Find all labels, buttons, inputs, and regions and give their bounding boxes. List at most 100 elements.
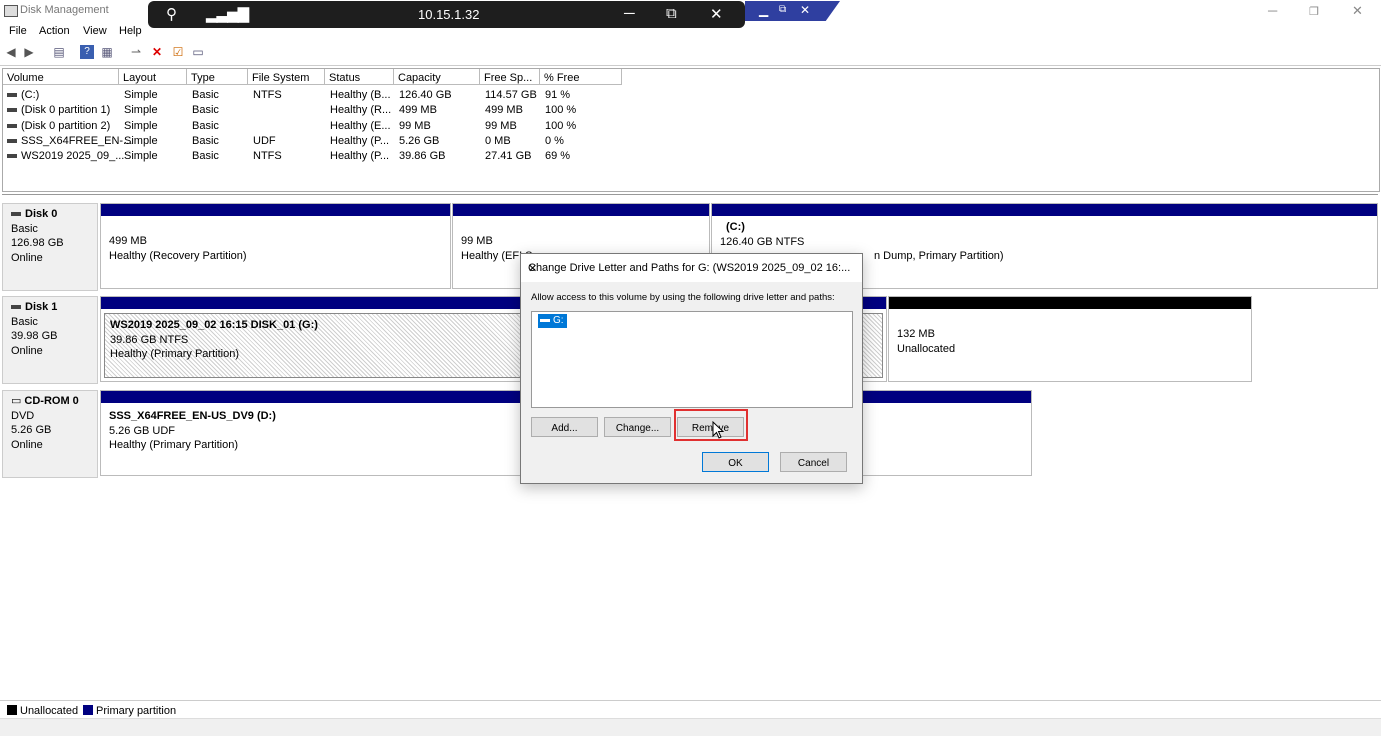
cell-fs: NTFS bbox=[253, 89, 282, 101]
cell-type: Basic bbox=[192, 89, 219, 101]
volume-row[interactable]: (Disk 0 partition 1) Simple Basic Healthy (… bbox=[3, 103, 623, 118]
volume-row[interactable]: (C:) Simple Basic NTFS Healthy (B... 126.40 G… bbox=[3, 88, 623, 103]
cell-free: 499 MB bbox=[485, 104, 523, 117]
inner-minimize-button[interactable]: ▁ bbox=[759, 3, 768, 17]
settings-icon[interactable]: ▭ bbox=[191, 45, 205, 59]
dialog-close-button[interactable]: ✕ bbox=[528, 262, 853, 275]
cell-status: Healthy (E... bbox=[330, 119, 391, 132]
cell-layout: Simple bbox=[124, 89, 158, 101]
delete-icon[interactable]: ✕ bbox=[150, 45, 164, 59]
column-layout[interactable]: Layout bbox=[119, 69, 187, 85]
minimize-button[interactable]: ─ bbox=[1268, 3, 1277, 18]
cell-volume: WS2019 2025_09_... bbox=[7, 150, 124, 162]
cell-pct: 91 % bbox=[545, 89, 571, 101]
remote-minimize-button[interactable]: ─ bbox=[624, 5, 635, 22]
disk-0-header[interactable]: Disk 0 Basic 126.98 GB Online bbox=[2, 203, 98, 291]
disk-size: 39.98 GB bbox=[11, 330, 58, 342]
remote-close-button[interactable]: ✕ bbox=[710, 5, 723, 23]
volume-icon bbox=[7, 93, 17, 98]
cell-status: Healthy (B... bbox=[330, 89, 391, 101]
close-button[interactable]: ✕ bbox=[1352, 3, 1363, 19]
disk-type: Basic bbox=[11, 315, 38, 328]
column-capacity[interactable]: Capacity bbox=[394, 69, 480, 85]
view-icon[interactable]: ▦ bbox=[100, 45, 114, 59]
disk1-unallocated[interactable]: 132 MB Unallocated bbox=[888, 296, 1252, 382]
cell-pct: 100 % bbox=[545, 119, 577, 132]
inner-restore-button[interactable]: ⧉ bbox=[779, 4, 786, 15]
cell-volume: (Disk 0 partition 1) bbox=[7, 104, 110, 116]
disk-status: Online bbox=[11, 251, 43, 264]
menu-file[interactable]: File bbox=[9, 25, 27, 37]
cell-status: Healthy (R... bbox=[330, 104, 392, 117]
cell-pct: 100 % bbox=[545, 104, 577, 117]
cell-free: 99 MB bbox=[485, 119, 517, 132]
ok-button[interactable]: OK bbox=[702, 452, 769, 472]
cell-type: Basic bbox=[192, 119, 219, 132]
cell-free: 0 MB bbox=[485, 134, 511, 147]
volume-name: (C:) bbox=[21, 89, 40, 101]
partition-label: (C:) bbox=[726, 221, 745, 233]
primary-bar bbox=[101, 204, 450, 216]
remote-ip-address: 10.15.1.32 bbox=[418, 7, 480, 22]
cdrom-icon bbox=[7, 138, 17, 143]
volume-name: WS2019 2025_09_... bbox=[21, 150, 125, 163]
cell-volume: (Disk 0 partition 2) bbox=[7, 120, 110, 132]
cell-capacity: 39.86 GB bbox=[399, 150, 446, 163]
legend-unallocated: Unallocated bbox=[20, 705, 79, 717]
inner-close-button[interactable]: ✕ bbox=[800, 3, 810, 17]
drive-letter-label: G: bbox=[553, 315, 564, 326]
cell-type: Basic bbox=[192, 134, 219, 147]
partition-size: 126.40 GB NTFS bbox=[720, 235, 805, 248]
volume-row[interactable]: SSS_X64FREE_EN-... Simple Basic UDF Healthy … bbox=[3, 134, 623, 149]
partition-size: 499 MB bbox=[109, 235, 147, 247]
cdrom-0-header[interactable]: ▭ CD-ROM 0 DVD 5.26 GB Online bbox=[2, 390, 98, 478]
cell-capacity: 126.40 GB bbox=[399, 89, 452, 101]
cell-type: Basic bbox=[192, 150, 219, 163]
check-icon[interactable]: ☑ bbox=[171, 45, 185, 59]
volume-name: (Disk 0 partition 2) bbox=[21, 119, 111, 132]
column-percent-free[interactable]: % Free bbox=[540, 69, 622, 85]
cell-type: Basic bbox=[192, 104, 219, 117]
add-button[interactable]: Add... bbox=[531, 417, 598, 437]
disk-size: 126.98 GB bbox=[11, 237, 64, 249]
help-icon[interactable]: ? bbox=[80, 45, 94, 59]
volume-row[interactable]: WS2019 2025_09_... Simple Basic NTFS Healthy… bbox=[3, 149, 623, 164]
cell-status: Healthy (P... bbox=[330, 150, 390, 163]
column-file-system[interactable]: File System bbox=[248, 69, 325, 85]
primary-swatch bbox=[83, 705, 93, 715]
signal-icon[interactable]: ▂▃▅▇ bbox=[206, 5, 249, 23]
cell-status: Healthy (P... bbox=[330, 134, 390, 147]
rescan-icon[interactable]: ⇀ bbox=[129, 45, 143, 59]
disk-1-header[interactable]: Disk 1 Basic 39.98 GB Online bbox=[2, 296, 98, 384]
disk0-recovery-partition[interactable]: 499 MB Healthy (Recovery Partition) bbox=[100, 203, 451, 289]
status-bar bbox=[0, 718, 1381, 736]
remote-restore-button[interactable]: ⧉ bbox=[666, 5, 677, 22]
properties-icon[interactable]: ▤ bbox=[52, 45, 66, 59]
menu-action[interactable]: Action bbox=[39, 25, 70, 37]
cell-volume: (C:) bbox=[7, 89, 39, 101]
disk-name: CD-ROM 0 bbox=[24, 395, 79, 407]
menu-view[interactable]: View bbox=[83, 25, 107, 37]
app-title: Disk Management bbox=[20, 4, 109, 16]
column-free-space[interactable]: Free Sp... bbox=[480, 69, 540, 85]
forward-icon[interactable]: ▶ bbox=[22, 45, 36, 59]
unallocated-swatch bbox=[7, 705, 17, 715]
menu-help[interactable]: Help bbox=[119, 25, 142, 37]
drive-path-list[interactable]: G: bbox=[531, 311, 853, 408]
cell-fs: NTFS bbox=[253, 150, 282, 163]
disk-type: Basic bbox=[11, 222, 38, 235]
change-button[interactable]: Change... bbox=[604, 417, 671, 437]
column-status[interactable]: Status bbox=[325, 69, 394, 85]
unallocated-bar bbox=[889, 297, 1251, 309]
column-type[interactable]: Type bbox=[187, 69, 248, 85]
menu-bar: File Action View Help bbox=[0, 22, 1381, 41]
restore-button[interactable]: ❐ bbox=[1309, 5, 1319, 18]
cancel-button[interactable]: Cancel bbox=[780, 452, 847, 472]
back-icon[interactable]: ◀ bbox=[4, 45, 18, 59]
drive-letter-item[interactable]: G: bbox=[538, 314, 567, 328]
volume-name: SSS_X64FREE_EN-... bbox=[21, 134, 133, 147]
pin-off-icon[interactable]: ⚲ bbox=[166, 5, 177, 23]
volume-row[interactable]: (Disk 0 partition 2) Simple Basic Healthy (… bbox=[3, 119, 623, 134]
toolbar: ◀ ▶ ▤ ? ▦ ⇀ ✕ ☑ ▭ bbox=[0, 41, 1381, 66]
column-volume[interactable]: Volume bbox=[3, 69, 119, 85]
